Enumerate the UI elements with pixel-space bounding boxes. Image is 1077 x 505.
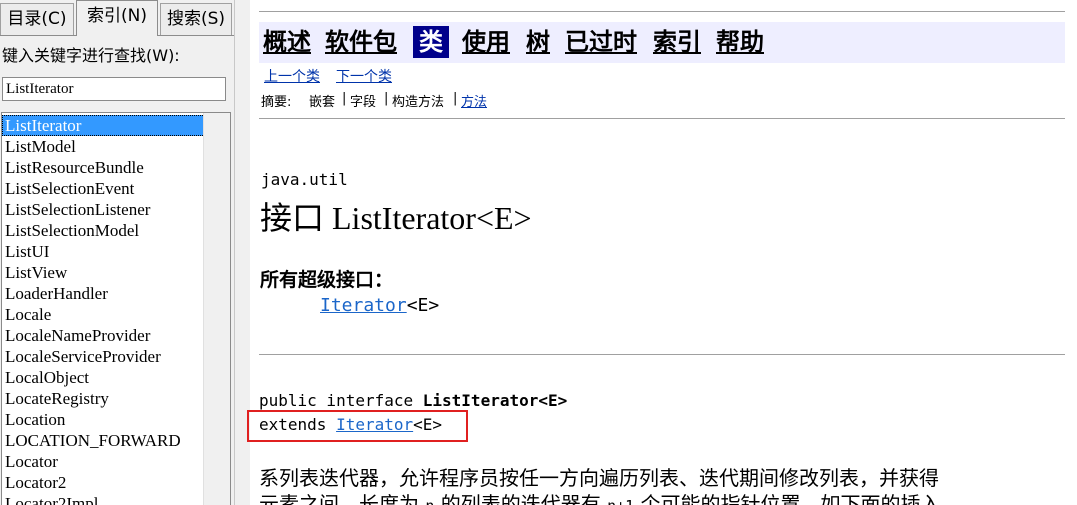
index-list-item[interactable]: Locale	[2, 304, 207, 325]
page-title: 接口 ListIterator<E>	[260, 200, 532, 236]
desc-text: 个可能的指针位置，如下面的插入	[634, 492, 941, 505]
summary-sep: |	[453, 91, 458, 106]
index-list-item[interactable]: LOCATION_FORWARD	[2, 430, 207, 451]
index-list[interactable]: ListIterator ListModel ListResourceBundle L…	[1, 112, 231, 505]
index-list-item[interactable]: LoaderHandler	[2, 283, 207, 304]
nav-index[interactable]: 索引	[653, 26, 701, 58]
tab-strip: 目录(C) 索引(N) 搜索(S)	[0, 0, 234, 36]
nav-package[interactable]: 软件包	[325, 26, 397, 58]
index-list-item[interactable]: Locator	[2, 451, 207, 472]
index-list-item[interactable]: ListSelectionEvent	[2, 178, 207, 199]
nav-overview[interactable]: 概述	[263, 26, 311, 58]
index-list-scrollbar[interactable]	[203, 113, 230, 505]
tab-search[interactable]: 搜索(S)	[160, 3, 232, 35]
index-list-item[interactable]: ListSelectionListener	[2, 199, 207, 220]
summary-constructor: 构造方法	[392, 95, 445, 110]
index-list-item[interactable]: LocaleServiceProvider	[2, 346, 207, 367]
keyword-input[interactable]: ListIterator	[2, 77, 226, 101]
description-line-1: 系列表迭代器，允许程序员按任一方向遍历列表、迭代期间修改列表，并获得	[259, 466, 939, 490]
index-list-item[interactable]: ListIterator	[2, 115, 207, 136]
nav-class: 类	[413, 26, 449, 58]
index-list-item[interactable]: LocalObject	[2, 367, 207, 388]
generic-param: <E>	[406, 295, 440, 316]
summary-sep: |	[384, 91, 389, 106]
index-list-item[interactable]: LocateRegistry	[2, 388, 207, 409]
nav-deprecated[interactable]: 已过时	[565, 26, 637, 58]
highlight-box	[247, 410, 468, 442]
summary-label: 摘要:	[261, 95, 292, 110]
header-rule	[259, 118, 1077, 119]
content-scrollbar[interactable]	[1065, 0, 1077, 505]
superinterfaces-heading: 所有超级接口：	[260, 269, 394, 291]
index-list-items: ListIterator ListModel ListResourceBundle L…	[2, 115, 207, 505]
next-class-link[interactable]: 下一个类	[336, 66, 392, 86]
summary-method-link[interactable]: 方法	[461, 91, 487, 110]
iterator-link[interactable]: Iterator	[320, 295, 407, 316]
tab-index[interactable]: 索引(N)	[76, 0, 158, 36]
index-pane: 目录(C) 索引(N) 搜索(S) 键入关键字进行查找(W): ListIter…	[0, 0, 234, 505]
desc-text: 的列表的迭代器有	[434, 492, 608, 505]
index-list-item[interactable]: Location	[2, 409, 207, 430]
prev-class-link[interactable]: 上一个类	[264, 66, 320, 86]
decl-generic: <E>	[538, 391, 568, 410]
index-list-item[interactable]: LocaleNameProvider	[2, 325, 207, 346]
package-name: java.util	[261, 170, 348, 189]
summary-nested: 嵌套	[309, 95, 336, 110]
sub-navbar: 上一个类 下一个类 摘要: 嵌套 | 字段 | 构造方法 | 方法	[259, 63, 1077, 118]
summary-field: 字段	[350, 95, 377, 110]
section-rule	[259, 354, 1077, 355]
nav-use[interactable]: 使用	[462, 26, 510, 58]
nav-tree[interactable]: 树	[526, 26, 550, 58]
index-list-item[interactable]: ListSelectionModel	[2, 220, 207, 241]
keyword-label: 键入关键字进行查找(W):	[2, 46, 180, 65]
description-line-2: 元素之间。长度为 n 的列表的迭代器有 n+1 个可能的指针位置，如下面的插入	[259, 488, 941, 505]
desc-code: n+1	[607, 497, 634, 505]
declaration-line: public interface ListIterator<E>	[259, 391, 567, 410]
desc-text: 元素之间。长度为	[259, 492, 426, 505]
index-list-item[interactable]: ListResourceBundle	[2, 157, 207, 178]
index-list-item[interactable]: Locator2	[2, 472, 207, 493]
index-list-item[interactable]: ListUI	[2, 241, 207, 262]
decl-modifiers: public interface	[259, 391, 423, 410]
tab-contents[interactable]: 目录(C)	[0, 3, 74, 35]
superinterfaces-value: Iterator<E>	[320, 295, 439, 316]
index-list-item[interactable]: ListView	[2, 262, 207, 283]
index-list-item[interactable]: Locator2Impl	[2, 493, 207, 505]
summary-sep: |	[342, 91, 347, 106]
top-navbar: 概述 软件包 类 使用 树 已过时 索引 帮助	[259, 22, 1077, 63]
top-rule	[259, 11, 1077, 12]
decl-name: ListIterator	[422, 391, 539, 410]
nav-help[interactable]: 帮助	[716, 26, 764, 58]
index-list-item[interactable]: ListModel	[2, 136, 207, 157]
